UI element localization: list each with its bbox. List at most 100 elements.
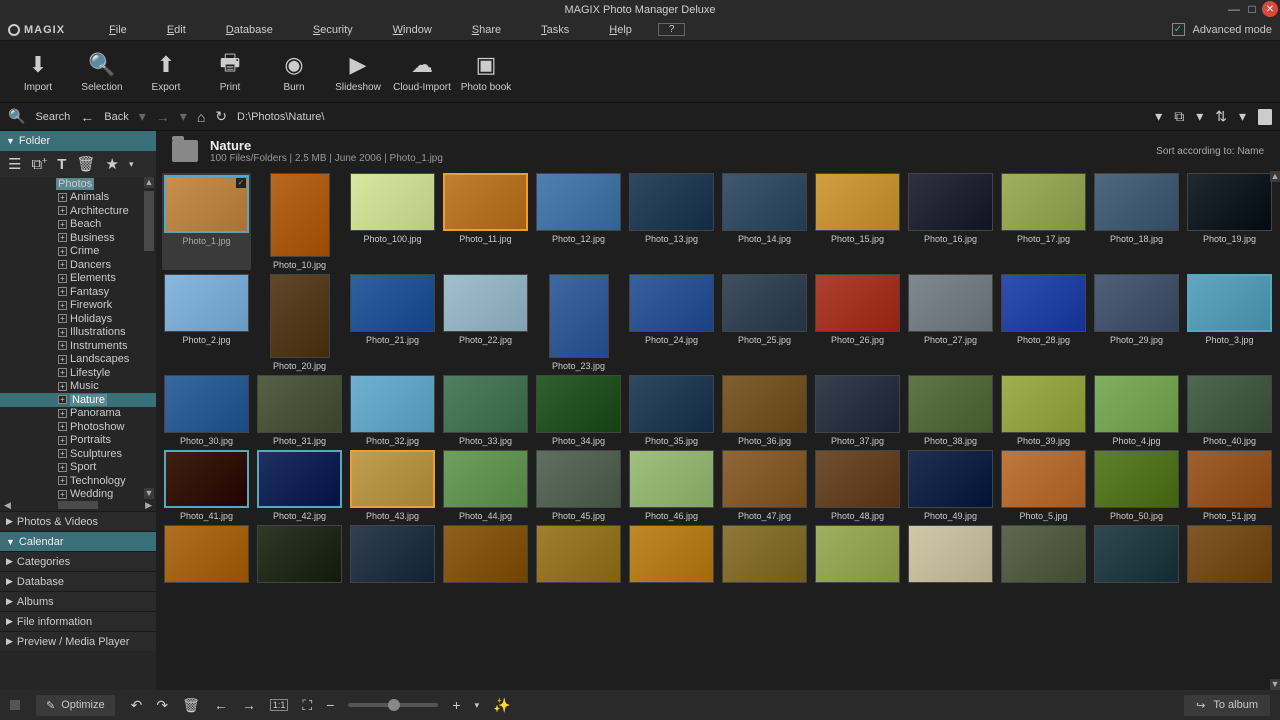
path-field[interactable]: D:\Photos\Nature\ — [237, 111, 324, 123]
thumbnail-image[interactable] — [443, 375, 528, 433]
expand-icon[interactable]: + — [58, 449, 67, 458]
tree-item-sculptures[interactable]: +Sculptures — [0, 447, 156, 461]
thumbnail-item[interactable]: Photo_40.jpg — [1185, 375, 1274, 446]
tree-item-beach[interactable]: +Beach — [0, 218, 156, 232]
thumbnail-item[interactable]: Photo_27.jpg — [906, 274, 995, 371]
thumbnail-item[interactable]: Photo_3.jpg — [1185, 274, 1274, 371]
thumbnail-image[interactable] — [549, 274, 609, 358]
thumbnail-item[interactable]: ✓Photo_1.jpg — [162, 173, 251, 270]
panel-preview-media-player[interactable]: ▶Preview / Media Player — [0, 631, 156, 651]
hscroll-right-icon[interactable]: ▶ — [145, 500, 152, 511]
toolbar-burn[interactable]: ◉Burn — [262, 43, 326, 101]
expand-icon[interactable]: + — [58, 341, 67, 350]
redo-icon[interactable]: ↷ — [156, 697, 168, 714]
tree-item-wedding[interactable]: +Wedding — [0, 488, 156, 500]
thumbnail-item[interactable]: Photo_10.jpg — [255, 173, 344, 270]
expand-icon[interactable]: + — [58, 314, 67, 323]
tree-item-portraits[interactable]: +Portraits — [0, 434, 156, 448]
thumbnail-item[interactable] — [255, 525, 344, 586]
sort-label[interactable]: Sort according to: Name — [1156, 146, 1264, 157]
optimize-button[interactable]: ✎ Optimize — [36, 695, 115, 716]
thumbnail-item[interactable]: Photo_47.jpg — [720, 450, 809, 521]
zoom-out-icon[interactable]: − — [326, 697, 334, 713]
back-dropdown-icon[interactable]: ▾ — [139, 108, 146, 125]
thumbnail-image[interactable] — [908, 173, 993, 231]
thumbnail-item[interactable] — [162, 525, 251, 586]
trash-icon[interactable]: 🗑 — [182, 697, 200, 714]
thumbnail-image[interactable] — [270, 274, 330, 358]
expand-icon[interactable]: + — [58, 193, 67, 202]
tree-item-crime[interactable]: +Crime — [0, 245, 156, 259]
thumbnail-item[interactable]: Photo_100.jpg — [348, 173, 437, 270]
thumbnail-item[interactable]: Photo_33.jpg — [441, 375, 530, 446]
thumbnail-image[interactable] — [1001, 525, 1086, 583]
panel-categories[interactable]: ▶Categories — [0, 551, 156, 571]
layout-dropdown-icon[interactable]: ▾ — [1196, 108, 1203, 125]
thumbnail-item[interactable]: Photo_44.jpg — [441, 450, 530, 521]
expand-icon[interactable]: + — [58, 274, 67, 283]
thumbnail-image[interactable] — [1187, 173, 1272, 231]
expand-icon[interactable]: + — [58, 260, 67, 269]
thumbnail-image[interactable] — [1094, 375, 1179, 433]
effects-icon[interactable]: ✨ — [493, 697, 510, 714]
thumbnail-image[interactable] — [815, 274, 900, 332]
expand-icon[interactable]: + — [58, 436, 67, 445]
sort-dropdown-icon[interactable]: ▾ — [1239, 108, 1246, 125]
thumbnail-image[interactable] — [1094, 173, 1179, 231]
thumbnail-image[interactable] — [164, 525, 249, 583]
thumbnail-item[interactable]: Photo_36.jpg — [720, 375, 809, 446]
back-button[interactable]: ← — [80, 109, 94, 125]
thumbnail-item[interactable]: Photo_28.jpg — [999, 274, 1088, 371]
thumbnail-item[interactable]: Photo_19.jpg — [1185, 173, 1274, 270]
menu-window[interactable]: Window — [373, 24, 452, 36]
panel-database[interactable]: ▶Database — [0, 571, 156, 591]
thumbnail-item[interactable]: Photo_41.jpg — [162, 450, 251, 521]
thumbnail-item[interactable]: Photo_46.jpg — [627, 450, 716, 521]
grid-scroll-down-icon[interactable]: ▼ — [1270, 679, 1280, 690]
tree-item-nature[interactable]: +Nature — [0, 393, 156, 407]
tree-item-firework[interactable]: +Firework — [0, 299, 156, 313]
expand-icon[interactable]: + — [58, 409, 67, 418]
panel-photos-videos[interactable]: ▶Photos & Videos — [0, 511, 156, 531]
menu-security[interactable]: Security — [293, 24, 373, 36]
thumbnail-item[interactable]: Photo_11.jpg — [441, 173, 530, 270]
thumbnail-image[interactable] — [1187, 450, 1272, 508]
thumbnail-image[interactable] — [1187, 274, 1272, 332]
panel-albums[interactable]: ▶Albums — [0, 591, 156, 611]
next-icon[interactable]: → — [242, 697, 256, 713]
thumbnail-item[interactable]: Photo_45.jpg — [534, 450, 623, 521]
toolbar-print[interactable]: 🖶Print — [198, 43, 262, 101]
advanced-mode-checkbox[interactable]: ✓ — [1172, 23, 1185, 36]
tree-item-animals[interactable]: +Animals — [0, 191, 156, 205]
thumbnail-item[interactable]: Photo_20.jpg — [255, 274, 344, 371]
thumbnail-image[interactable] — [536, 375, 621, 433]
tree-item-lifestyle[interactable]: +Lifestyle — [0, 366, 156, 380]
thumbnail-image[interactable] — [908, 375, 993, 433]
thumbnail-image[interactable] — [722, 525, 807, 583]
thumbnail-item[interactable]: Photo_51.jpg — [1185, 450, 1274, 521]
forward-dropdown-icon[interactable]: ▾ — [180, 108, 187, 125]
thumbnail-image[interactable] — [443, 173, 528, 231]
thumbnail-image[interactable] — [536, 173, 621, 231]
panel-calendar[interactable]: ▼Calendar — [0, 531, 156, 551]
scroll-thumb[interactable] — [144, 191, 154, 251]
expand-icon[interactable]: + — [58, 301, 67, 310]
thumbnail-item[interactable]: Photo_14.jpg — [720, 173, 809, 270]
zoom-dropdown-icon[interactable]: ▾ — [475, 700, 480, 711]
thumbnail-image[interactable] — [1187, 375, 1272, 433]
zoom-in-icon[interactable]: + — [452, 697, 460, 713]
view-dropdown-icon[interactable]: ▾ — [1155, 108, 1162, 125]
thumbnail-image[interactable] — [1094, 274, 1179, 332]
thumbnail-item[interactable] — [348, 525, 437, 586]
thumbnail-image[interactable] — [629, 525, 714, 583]
thumbnail-item[interactable] — [441, 525, 530, 586]
thumbnail-image[interactable] — [1187, 525, 1272, 583]
tree-item-architecture[interactable]: +Architecture — [0, 204, 156, 218]
thumbnail-item[interactable]: Photo_30.jpg — [162, 375, 251, 446]
menu-file[interactable]: File — [89, 24, 147, 36]
thumbnail-image[interactable] — [722, 173, 807, 231]
thumbnail-item[interactable]: Photo_13.jpg — [627, 173, 716, 270]
tree-hscrollbar[interactable]: ◀ ▶ — [0, 499, 156, 511]
thumbnail-image[interactable] — [1001, 173, 1086, 231]
thumbnail-item[interactable] — [999, 525, 1088, 586]
